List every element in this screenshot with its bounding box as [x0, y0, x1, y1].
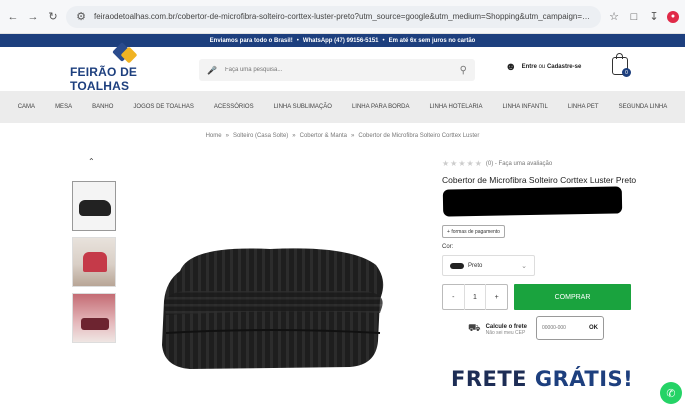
- bookmark-star-icon[interactable]: ☆: [607, 10, 621, 24]
- freight-calculator: ⛟ Calcule o frete Não sei meu CEP: [468, 323, 527, 336]
- category-menu: CAMA MESA BANHO JOGOS DE TOALHAS ACESSÓR…: [0, 91, 685, 123]
- menu-item-cama[interactable]: CAMA: [8, 104, 45, 110]
- search-box: 🎤 ⚲: [199, 59, 475, 81]
- browser-chrome: ← → ↻ ⚙ feiraodetoalhas.com.br/cobertor-…: [0, 0, 685, 34]
- site-header: FEIRÃO DE TOALHAS 🎤 ⚲ ☻ Entre ou Cadastr…: [0, 42, 685, 93]
- quantity-stepper: - 1 +: [442, 284, 508, 310]
- menu-item-linha-sublimacao[interactable]: LINHA SUBLIMAÇÃO: [264, 104, 342, 110]
- search-input[interactable]: [224, 67, 452, 73]
- profile-avatar[interactable]: ●: [667, 10, 679, 23]
- thumbnail-3[interactable]: [72, 293, 116, 343]
- thumbnail-gallery: [72, 181, 116, 349]
- truck-icon: ⛟: [468, 323, 481, 334]
- buy-button[interactable]: COMPRAR: [514, 284, 631, 310]
- breadcrumb: Home » Solteiro (Casa Solte) » Cobertor …: [0, 127, 685, 145]
- search-icon[interactable]: ⚲: [460, 65, 467, 76]
- promo-separator-2: •: [382, 37, 385, 44]
- menu-item-linha-hotelaria[interactable]: LINHA HOTELARIA: [420, 104, 493, 110]
- register-link[interactable]: Cadastre-se: [547, 64, 581, 70]
- menu-item-linha-infantil[interactable]: LINHA INFANTIL: [493, 104, 558, 110]
- logo-mark-icon: [111, 42, 139, 64]
- menu-item-acessorios[interactable]: ACESSÓRIOS: [204, 104, 264, 110]
- frete-word: FRETE: [451, 367, 528, 391]
- color-value: Preto: [468, 262, 483, 269]
- product-main: ⌃ ★★★★★ (0) - Faça uma avaliação Coberto…: [0, 145, 685, 404]
- redacted-price-area: [442, 186, 623, 217]
- payment-options-button[interactable]: + formas de pagamento: [442, 225, 505, 238]
- promo-separator-1: •: [296, 37, 299, 44]
- menu-item-banho[interactable]: BANHO: [82, 104, 123, 110]
- menu-item-segunda-linha[interactable]: SEGUNDA LINHA: [609, 104, 678, 110]
- back-arrow-icon[interactable]: ←: [6, 10, 20, 24]
- chevron-up-icon[interactable]: ⌃: [88, 157, 95, 166]
- qty-decrease-button[interactable]: -: [443, 294, 464, 301]
- cart-icon[interactable]: 0: [612, 53, 631, 77]
- promo-installments: Em até 6x sem juros no cartão: [388, 37, 476, 44]
- review-link[interactable]: (0) - Faça uma avaliação: [486, 161, 552, 167]
- gratis-word: GRÁTIS!: [534, 367, 634, 391]
- cep-input[interactable]: [542, 325, 582, 331]
- menu-item-linha-para-borda[interactable]: LINHA PARA BORDA: [342, 104, 420, 110]
- unknown-cep-link[interactable]: Não sei meu CEP: [486, 330, 527, 336]
- login-link[interactable]: Entre: [522, 64, 537, 70]
- url-text[interactable]: feiraodetoalhas.com.br/cobertor-de-micro…: [94, 12, 593, 21]
- forward-arrow-icon[interactable]: →: [26, 10, 40, 24]
- color-label: Cor:: [442, 244, 454, 250]
- breadcrumb-separator: »: [225, 133, 229, 139]
- product-title: Cobertor de Microfibra Solteiro Corttex …: [442, 175, 637, 185]
- account-or-text: ou: [538, 64, 546, 70]
- microphone-icon[interactable]: 🎤: [207, 66, 217, 75]
- freight-title: Calcule o frete: [485, 323, 527, 330]
- logo-text: FEIRÃO DE TOALHAS: [70, 65, 138, 93]
- address-bar[interactable]: ⚙ feiraodetoalhas.com.br/cobertor-de-mic…: [66, 5, 601, 28]
- cart-count-badge: 0: [622, 68, 631, 77]
- breadcrumb-solteiro[interactable]: Solteiro (Casa Solte): [233, 133, 288, 139]
- whatsapp-icon[interactable]: ✆: [660, 382, 682, 404]
- thumbnail-2[interactable]: [72, 237, 116, 287]
- color-swatch: [450, 262, 464, 269]
- reload-icon[interactable]: ↻: [46, 10, 60, 24]
- stars-icon: ★★★★★: [442, 159, 483, 168]
- color-select[interactable]: Preto ⌄: [442, 255, 535, 276]
- cep-box: OK: [536, 316, 604, 340]
- qty-increase-button[interactable]: +: [486, 294, 507, 301]
- breadcrumb-separator: »: [292, 133, 296, 139]
- breadcrumb-current: Cobertor de Microfibra Solteiro Corttex …: [358, 133, 480, 139]
- site-logo[interactable]: FEIRÃO DE TOALHAS: [70, 42, 180, 93]
- breadcrumb-cobertor-manta[interactable]: Cobertor & Manta: [300, 133, 347, 139]
- rating-stars[interactable]: ★★★★★ (0) - Faça uma avaliação: [442, 159, 552, 168]
- promo-shipping: Enviamos para todo o Brasil!: [209, 37, 293, 44]
- qty-value[interactable]: 1: [465, 294, 486, 301]
- breadcrumb-home[interactable]: Home: [206, 133, 222, 139]
- account-area: ☻ Entre ou Cadastre-se: [505, 61, 581, 73]
- product-image[interactable]: [150, 241, 402, 373]
- chevron-down-icon: ⌄: [521, 262, 527, 270]
- user-icon[interactable]: ☻: [505, 61, 517, 73]
- menu-item-mesa[interactable]: MESA: [45, 104, 82, 110]
- menu-item-jogos-de-toalhas[interactable]: JOGOS DE TOALHAS: [123, 104, 203, 110]
- menu-item-linha-pet[interactable]: LINHA PET: [558, 104, 609, 110]
- cep-ok-button[interactable]: OK: [589, 325, 598, 331]
- promo-whatsapp[interactable]: WhatsApp (47) 99156-5151: [303, 38, 379, 44]
- free-shipping-banner: FRETE GRÁTIS!: [451, 367, 633, 391]
- download-icon[interactable]: ↧: [647, 10, 661, 24]
- extensions-icon[interactable]: □: [627, 10, 641, 24]
- thumbnail-1[interactable]: [72, 181, 116, 231]
- breadcrumb-separator: »: [351, 133, 355, 139]
- site-settings-icon[interactable]: ⚙: [74, 10, 88, 24]
